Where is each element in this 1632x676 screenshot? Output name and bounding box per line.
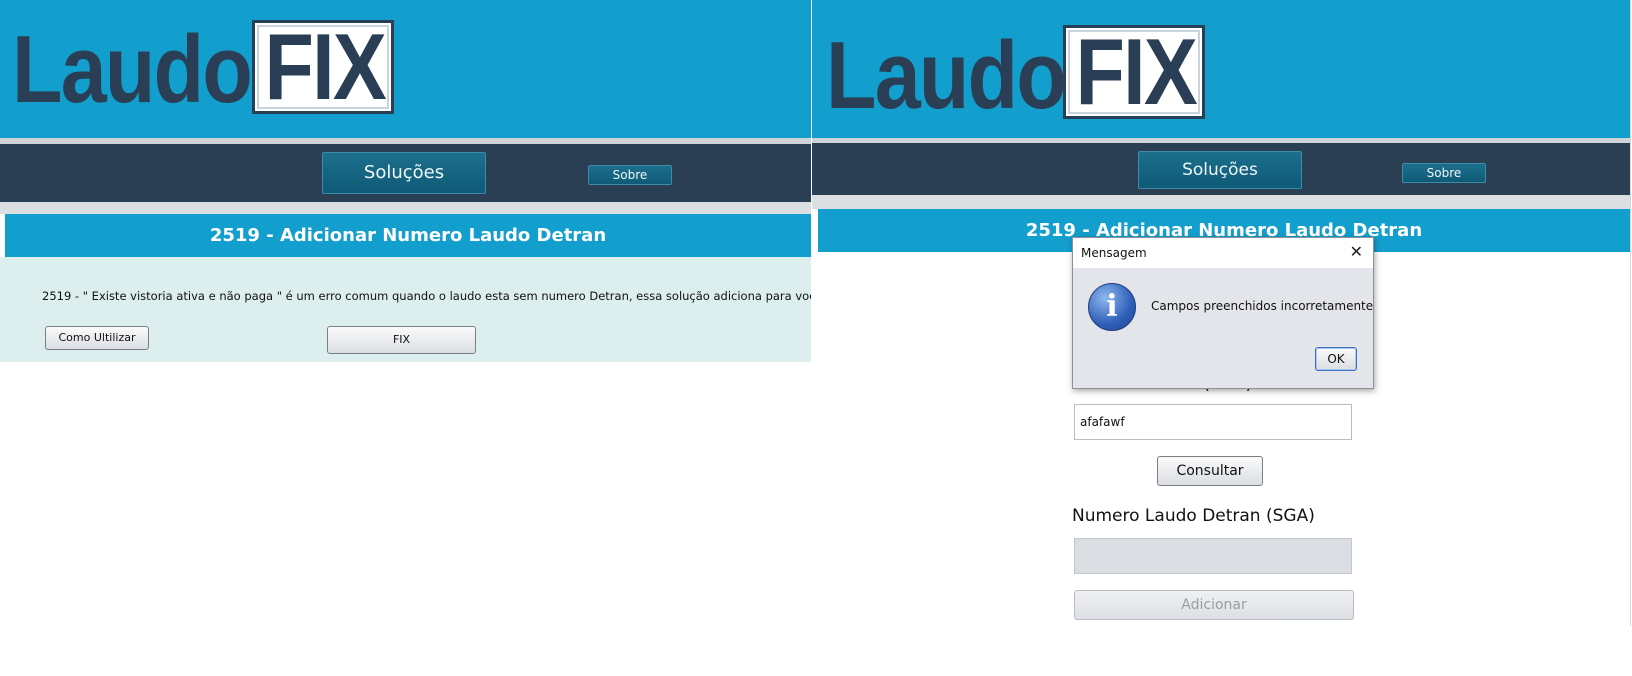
logo-fix-text: FIX xyxy=(264,14,387,119)
nav-separator xyxy=(0,202,811,214)
logo-fix-text: FIX xyxy=(1075,19,1198,124)
como-utilizar-button[interactable]: Como Ultilizar xyxy=(45,326,149,350)
sga-number-input xyxy=(1074,538,1352,574)
right-window: Laudo FIX Soluções Sobre 2519 - Adiciona… xyxy=(812,0,1631,626)
dialog-titlebar: Mensagem ✕ xyxy=(1073,238,1373,268)
logo-fix-box: FIX xyxy=(252,20,394,114)
logo-laudo-text: Laudo xyxy=(12,16,253,123)
sobre-button[interactable]: Sobre xyxy=(1402,163,1486,183)
sgc-number-input[interactable]: afafawf xyxy=(1074,404,1352,440)
sobre-button[interactable]: Sobre xyxy=(588,165,672,185)
info-icon: i xyxy=(1088,283,1136,331)
message-dialog: Mensagem ✕ i Campos preenchidos incorret… xyxy=(1072,237,1374,389)
ok-button[interactable]: OK xyxy=(1315,347,1357,371)
consultar-button[interactable]: Consultar xyxy=(1157,456,1263,486)
left-window: Laudo FIX Soluções Sobre 2519 - Adiciona… xyxy=(0,0,811,362)
logo-fix-box: FIX xyxy=(1063,25,1205,119)
solucoes-button[interactable]: Soluções xyxy=(1138,151,1302,189)
solution-description: 2519 - " Existe vistoria ativa e não pag… xyxy=(42,289,811,303)
sga-number-label: Numero Laudo Detran (SGA) xyxy=(1072,506,1315,526)
dialog-message: Campos preenchidos incorretamente xyxy=(1151,299,1374,313)
page-title: 2519 - Adicionar Numero Laudo Detran xyxy=(5,214,811,257)
fix-button[interactable]: FIX xyxy=(327,326,476,354)
close-icon[interactable]: ✕ xyxy=(1350,242,1363,261)
adicionar-button: Adicionar xyxy=(1074,590,1354,620)
nav-separator xyxy=(812,195,1630,209)
dialog-title: Mensagem xyxy=(1081,246,1147,260)
logo-laudo-text: Laudo xyxy=(826,22,1067,129)
solucoes-button[interactable]: Soluções xyxy=(322,152,486,194)
